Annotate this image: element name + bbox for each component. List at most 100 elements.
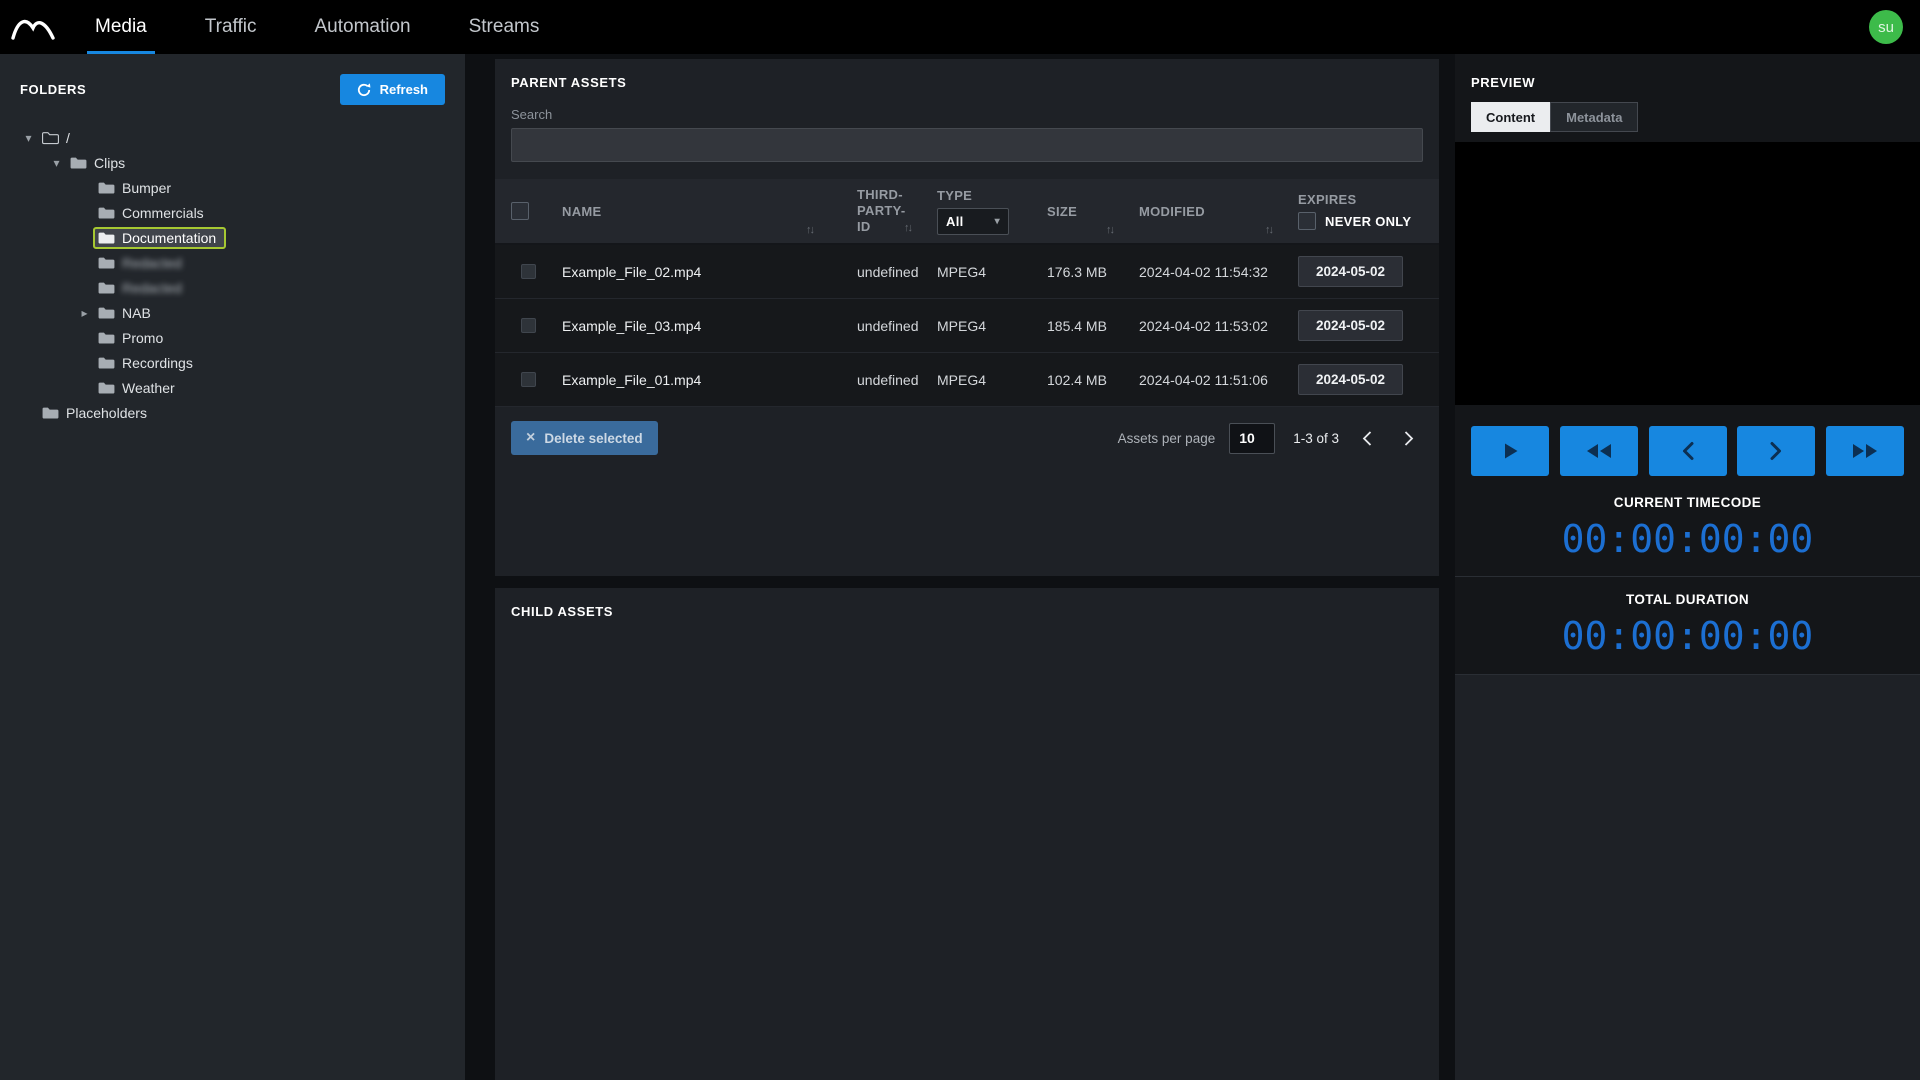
- sort-icon[interactable]: ↑↓: [1265, 224, 1274, 236]
- folder-icon: [97, 206, 116, 220]
- tree-caret-expanded-icon[interactable]: ▾: [48, 156, 65, 170]
- folder-item-inner: /: [37, 127, 80, 149]
- column-header-modified[interactable]: MODIFIED: [1139, 204, 1205, 219]
- user-avatar[interactable]: su: [1869, 10, 1903, 44]
- chevron-left-icon: [1361, 430, 1373, 447]
- next-page-button[interactable]: [1395, 424, 1423, 452]
- play-button[interactable]: [1471, 426, 1549, 476]
- select-all-checkbox[interactable]: [510, 202, 529, 220]
- chevron-down-icon: ▾: [994, 215, 1000, 227]
- row-checkbox[interactable]: [521, 264, 536, 279]
- folder-tree-item[interactable]: Bumper: [0, 175, 193, 200]
- folder-item-inner: Documentation: [93, 226, 227, 249]
- playback-controls: [1455, 405, 1920, 480]
- fast-forward-icon: [1851, 442, 1879, 460]
- folder-label: Redacted: [122, 279, 182, 296]
- app-logo[interactable]: [0, 0, 66, 54]
- assets-per-page-input[interactable]: [1229, 422, 1276, 454]
- column-header-type: TYPE: [937, 187, 973, 203]
- center-column: PARENT ASSETS Search NAME ↑↓ THIRD-PARTY…: [465, 54, 1455, 1080]
- folder-icon: [97, 356, 116, 370]
- type-filter-select[interactable]: All ▾: [937, 207, 1009, 235]
- folder-label: Commercials: [122, 204, 204, 221]
- folder-tree-item[interactable]: ▾ /: [0, 125, 92, 150]
- asset-type: MPEG4: [937, 371, 987, 388]
- asset-type: MPEG4: [937, 263, 987, 280]
- step-back-button[interactable]: [1648, 426, 1727, 476]
- nav-tab-streams[interactable]: Streams: [440, 0, 569, 54]
- expires-date-button[interactable]: 2024-05-02: [1298, 364, 1404, 395]
- folder-tree-item[interactable]: Redacted: [0, 250, 204, 275]
- fast-forward-button[interactable]: [1826, 426, 1904, 476]
- asset-third-party-id: undefined: [857, 317, 919, 334]
- folder-tree-item[interactable]: Weather: [0, 375, 197, 400]
- top-bar: Media Traffic Automation Streams su: [0, 0, 1920, 54]
- column-header-third-party-id[interactable]: THIRD-PARTY-ID: [857, 187, 906, 236]
- previous-page-button[interactable]: [1353, 424, 1381, 452]
- tab-metadata[interactable]: Metadata: [1550, 102, 1639, 132]
- sort-icon[interactable]: ↑↓: [806, 224, 815, 236]
- asset-row[interactable]: Example_File_01.mp4 undefined MPEG4 102.4 M…: [495, 353, 1439, 407]
- folder-item-inner: Placeholders: [37, 402, 157, 424]
- tree-caret-expanded-icon[interactable]: ▾: [20, 131, 37, 145]
- folder-icon: [97, 256, 116, 270]
- expires-date-button[interactable]: 2024-05-02: [1298, 310, 1404, 341]
- type-filter-value: All: [946, 213, 964, 229]
- asset-expires-cell: 2024-05-02: [1280, 364, 1439, 395]
- folder-tree-item[interactable]: Documentation: [0, 225, 238, 250]
- folder-tree-item[interactable]: Placeholders: [0, 400, 169, 425]
- tab-content[interactable]: Content: [1471, 102, 1551, 132]
- never-only-checkbox[interactable]: [1298, 212, 1316, 230]
- preview-panel: PREVIEW Content Metadata CURRENT TIMECOD…: [1455, 54, 1920, 1080]
- step-forward-button[interactable]: [1737, 426, 1816, 476]
- sort-icon[interactable]: ↑↓: [1106, 224, 1115, 236]
- expires-date-button[interactable]: 2024-05-02: [1298, 256, 1404, 287]
- assets-per-page-label: Assets per page: [1117, 430, 1216, 446]
- child-assets-panel: CHILD ASSETS: [495, 588, 1439, 1080]
- folder-label: Weather: [122, 379, 175, 396]
- folder-tree-item[interactable]: Recordings: [0, 350, 215, 375]
- folder-tree-item[interactable]: Promo: [0, 325, 185, 350]
- folder-icon: [97, 381, 116, 395]
- folder-tree-item[interactable]: ▸ NAB: [0, 300, 173, 325]
- row-checkbox[interactable]: [521, 372, 536, 387]
- search-input[interactable]: [511, 128, 1423, 162]
- folder-tree-item[interactable]: Redacted: [0, 275, 204, 300]
- rewind-button[interactable]: [1559, 426, 1638, 476]
- asset-third-party-id: undefined: [857, 371, 919, 388]
- nav-tab-media[interactable]: Media: [66, 0, 176, 54]
- folders-header: FOLDERS Refresh: [0, 54, 465, 113]
- folder-label: Bumper: [122, 179, 172, 196]
- folder-label: Promo: [122, 329, 164, 346]
- folder-item-inner: Promo: [93, 327, 173, 349]
- column-header-size[interactable]: SIZE: [1047, 204, 1077, 219]
- nav-tab-traffic[interactable]: Traffic: [176, 0, 286, 54]
- refresh-button[interactable]: Refresh: [339, 74, 445, 105]
- nav-tab-automation[interactable]: Automation: [285, 0, 439, 54]
- row-checkbox[interactable]: [521, 318, 536, 333]
- asset-checkbox-cell: [495, 264, 544, 279]
- folder-tree: ▾ / ▾ Clips Bumper Commercials Documentation Re…: [0, 113, 465, 425]
- asset-row[interactable]: Example_File_02.mp4 undefined MPEG4 176.3 M…: [495, 245, 1439, 299]
- folder-icon: [41, 406, 60, 420]
- assets-table-header: NAME ↑↓ THIRD-PARTY-ID ↑↓ TYPE All ▾ SIZ…: [495, 179, 1439, 245]
- folder-item-inner: Recordings: [93, 352, 203, 374]
- sort-icon[interactable]: ↑↓: [904, 222, 913, 236]
- folder-icon: [97, 281, 116, 295]
- preview-title: PREVIEW: [1471, 75, 1536, 90]
- asset-type: MPEG4: [937, 317, 987, 334]
- asset-size: 176.3 MB: [1047, 263, 1107, 280]
- delete-selected-button[interactable]: × Delete selected: [511, 421, 658, 455]
- tree-caret-collapsed-icon[interactable]: ▸: [76, 306, 93, 320]
- folder-label: NAB: [122, 304, 151, 321]
- close-icon: ×: [526, 429, 536, 446]
- asset-row[interactable]: Example_File_03.mp4 undefined MPEG4 185.4 M…: [495, 299, 1439, 353]
- folder-tree-item[interactable]: Commercials: [0, 200, 226, 225]
- asset-checkbox-cell: [495, 372, 544, 387]
- column-header-name[interactable]: NAME: [562, 204, 601, 219]
- asset-expires-cell: 2024-05-02: [1280, 310, 1439, 341]
- folder-tree-item[interactable]: ▾ Clips: [0, 150, 147, 175]
- folder-label: Placeholders: [66, 404, 147, 421]
- asset-checkbox-cell: [495, 318, 544, 333]
- folder-item-inner: Commercials: [93, 202, 214, 224]
